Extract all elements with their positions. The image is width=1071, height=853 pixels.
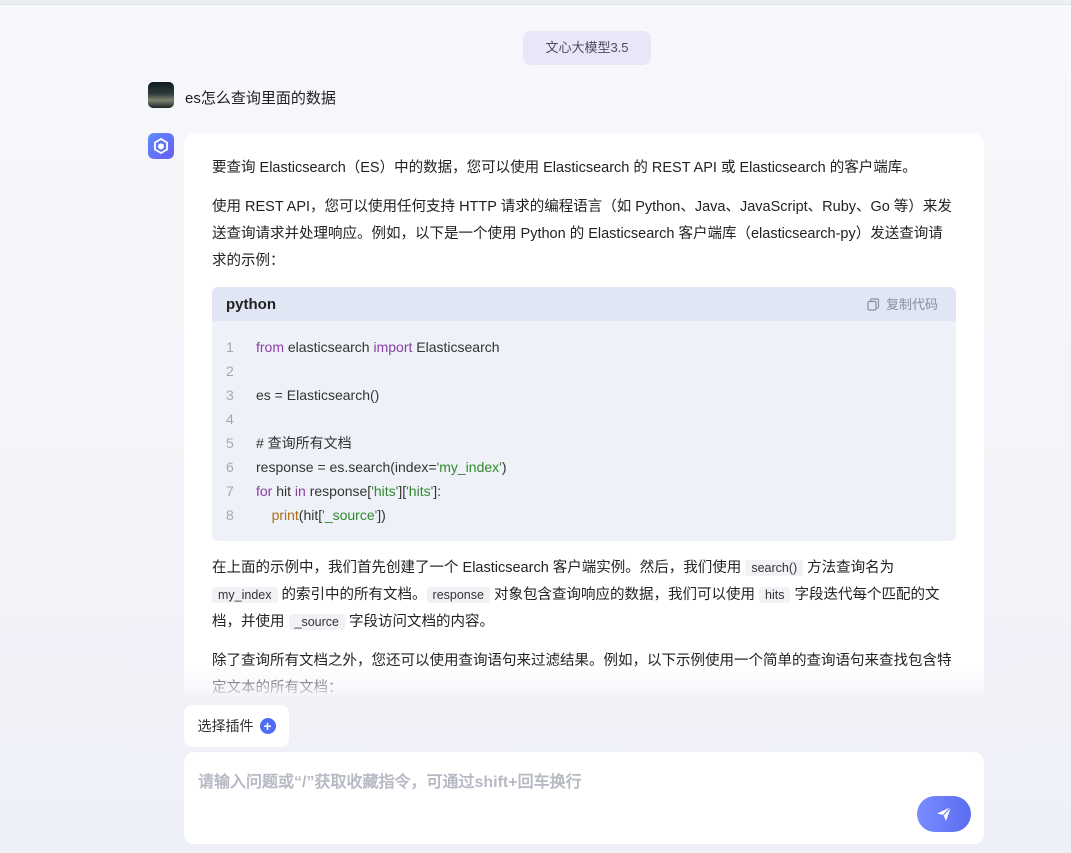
user-message: es怎么查询里面的数据 xyxy=(185,90,336,107)
inline-code: response xyxy=(426,587,490,603)
line-number: 6 xyxy=(226,459,234,475)
text-run: 方法查询名为 xyxy=(803,560,895,576)
code-line: 5 # 查询所有文档 xyxy=(212,431,956,455)
send-button[interactable] xyxy=(917,796,971,832)
chat-input-box xyxy=(184,752,984,844)
select-plugin-label: 选择插件 xyxy=(197,718,254,734)
plus-icon: + xyxy=(259,718,276,734)
code-string: 'hits' xyxy=(406,483,434,499)
text-run: 字段访问文档的内容。 xyxy=(345,614,495,630)
line-number: 4 xyxy=(226,411,234,427)
answer-paragraph-1: 要查询 Elasticsearch（ES）中的数据，您可以使用 Elastics… xyxy=(212,160,917,176)
code-token: response = es.search(index= xyxy=(256,459,437,475)
answer-card: 要查询 Elasticsearch（ES）中的数据，您可以使用 Elastics… xyxy=(184,133,984,693)
code-token: response[ xyxy=(305,483,372,499)
code-token: for xyxy=(256,483,273,499)
code-token: ) xyxy=(501,459,507,475)
code-line: 2 xyxy=(212,359,956,383)
scroll-fade xyxy=(184,666,984,696)
code-line: 7 for hit in response['hits']['hits']: xyxy=(212,479,956,503)
line-number: 8 xyxy=(226,507,234,523)
code-token: Elasticsearch xyxy=(412,339,500,355)
code-token: import xyxy=(373,339,413,355)
code-string: '_source' xyxy=(322,507,378,523)
line-number: 1 xyxy=(226,339,234,355)
code-token: (hit[ xyxy=(298,507,323,523)
code-body: 1 from elasticsearch import Elasticsearc… xyxy=(212,321,956,541)
top-divider xyxy=(0,0,1071,5)
copy-code-button[interactable]: 复制代码 xyxy=(867,291,938,318)
answer-paragraph-2: 使用 REST API，您可以使用任何支持 HTTP 请求的编程语言（如 Pyt… xyxy=(212,199,952,269)
inline-code: my_index xyxy=(212,587,278,603)
inline-code: _source xyxy=(288,614,346,630)
line-number: 5 xyxy=(226,435,234,451)
text-run: 的索引中的所有文档。 xyxy=(277,587,427,603)
code-line: 3 es = Elasticsearch() xyxy=(212,383,956,407)
copy-icon xyxy=(867,297,880,311)
code-token: ]) xyxy=(377,507,386,523)
user-avatar xyxy=(148,82,174,108)
code-language: python xyxy=(226,295,276,313)
code-token: ]: xyxy=(433,483,442,499)
code-token: elasticsearch xyxy=(284,339,374,355)
inline-code: search() xyxy=(745,560,804,576)
send-icon xyxy=(937,806,952,821)
text-run: 在上面的示例中，我们首先创建了一个 Elasticsearch 客户端实例。然后… xyxy=(212,560,746,576)
code-string: 'hits' xyxy=(371,483,399,499)
code-string: 'my_index' xyxy=(436,459,502,475)
line-number: 2 xyxy=(226,363,234,379)
code-token: es = Elasticsearch() xyxy=(256,387,380,403)
code-token: ][ xyxy=(398,483,407,499)
chat-input[interactable] xyxy=(196,766,900,810)
line-number: 7 xyxy=(226,483,234,499)
code-token: hit xyxy=(272,483,295,499)
code-line: 8 print(hit['_source']) xyxy=(212,503,956,527)
inline-code: hits xyxy=(759,587,791,603)
code-line: 1 from elasticsearch import Elasticsearc… xyxy=(212,335,956,359)
code-line: 4 xyxy=(212,407,956,431)
code-line: 6 response = es.search(index='my_index') xyxy=(212,455,956,479)
line-number: 3 xyxy=(226,387,234,403)
code-header: python 复制代码 xyxy=(212,287,956,321)
answer-paragraph-3: 在上面的示例中，我们首先创建了一个 Elasticsearch 客户端实例。然后… xyxy=(212,555,956,636)
code-block: python 复制代码 1 from elasticsearch import … xyxy=(212,287,956,541)
select-plugin-button[interactable]: 选择插件 + xyxy=(184,705,289,747)
code-token: in xyxy=(294,483,306,499)
code-token: from xyxy=(256,339,284,355)
code-comment: # 查询所有文档 xyxy=(256,435,352,451)
copy-code-label: 复制代码 xyxy=(885,296,938,312)
text-run: 对象包含查询响应的数据，我们可以使用 xyxy=(489,587,760,603)
code-token: print xyxy=(271,507,299,523)
bot-logo-icon xyxy=(148,133,174,159)
model-tag[interactable]: 文心大模型3.5 xyxy=(523,31,651,65)
